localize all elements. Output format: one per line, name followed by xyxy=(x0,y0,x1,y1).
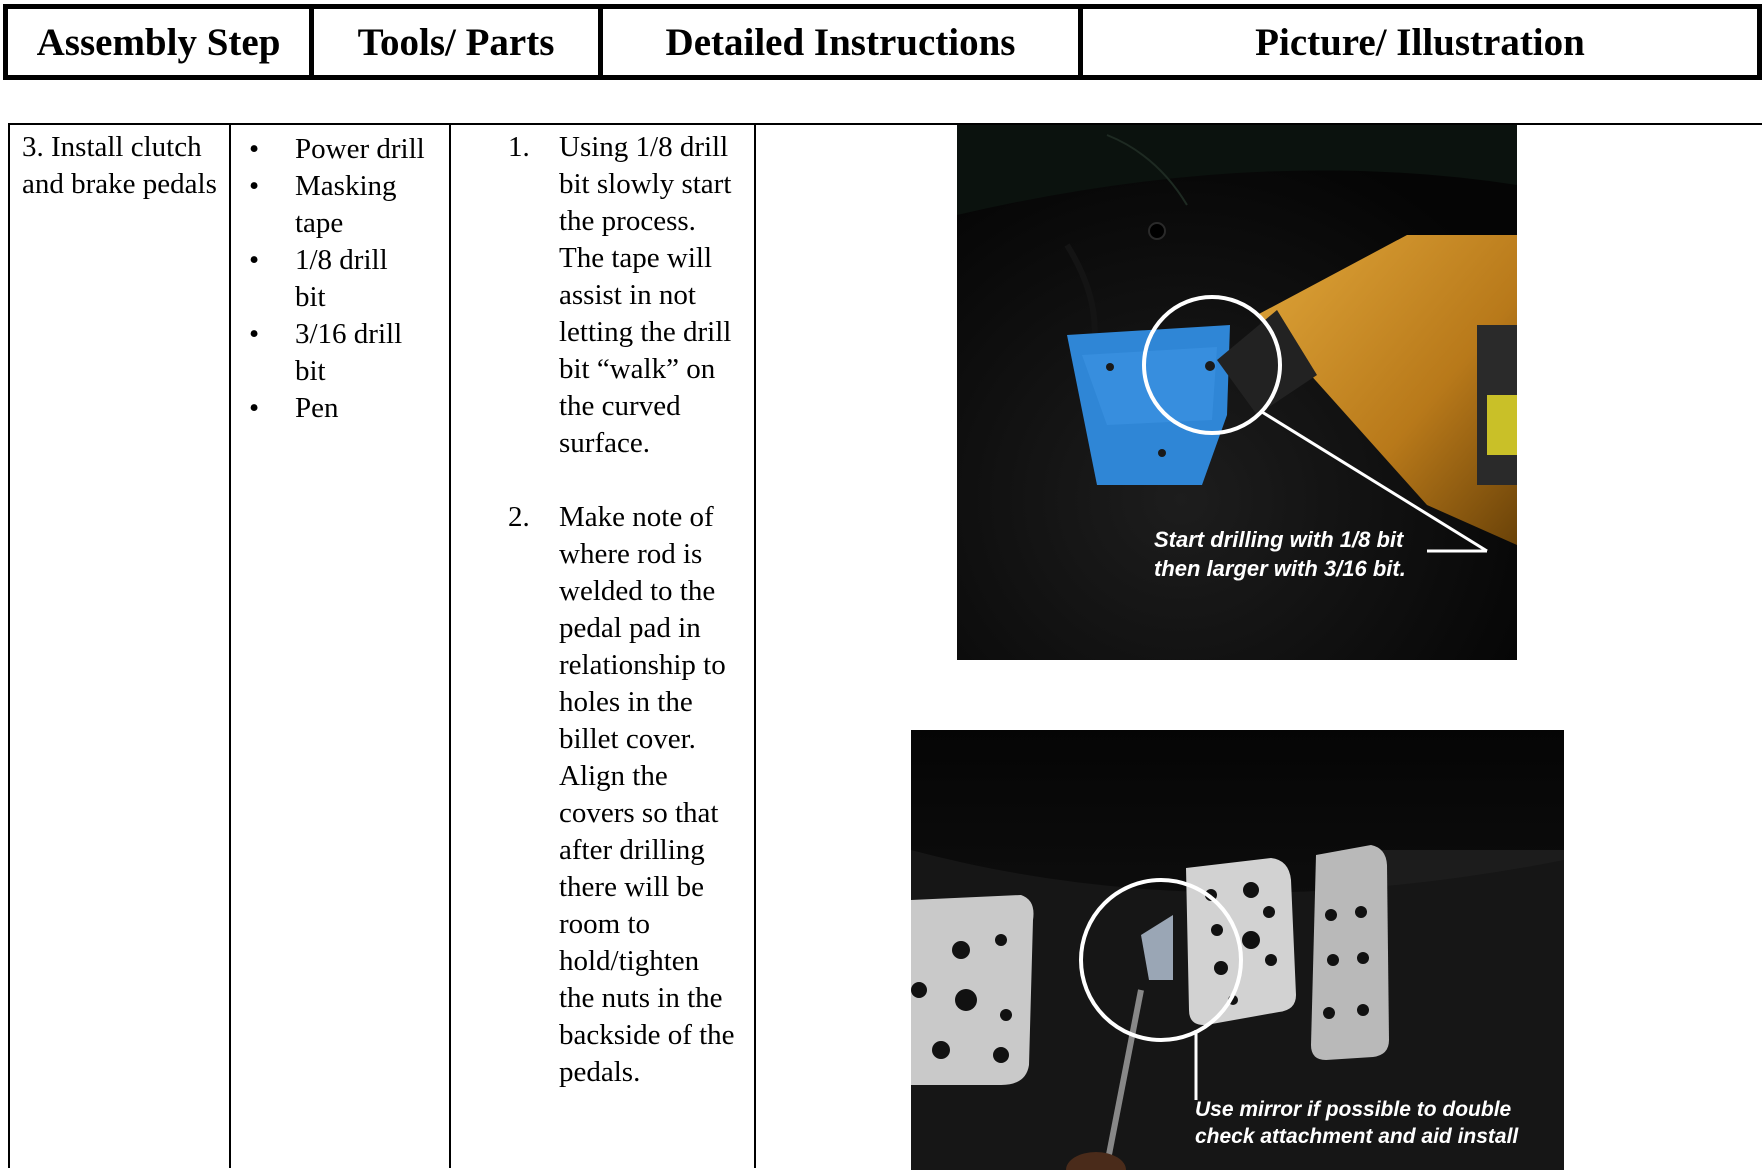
header-row: Assembly Step Tools/ Parts Detailed Inst… xyxy=(3,4,1762,80)
tool-item: • Pen xyxy=(231,390,425,427)
bullet-icon: • xyxy=(249,170,260,202)
instruction-item: 1. Using 1/8 drill bit slowly start the … xyxy=(451,129,739,462)
tools-parts-cell: • Power drill • Masking tape • 1/8 drill bi… xyxy=(231,125,451,1168)
photo2-caption: Use mirror if possible to double check a… xyxy=(1195,1098,1519,1148)
step-row: 3. Install clutch and brake pedals • Powe… xyxy=(8,123,1762,1170)
step-label: 3. Install clutch and brake pedals xyxy=(22,131,217,200)
instruction-text: Make note of where rod is welded to the … xyxy=(559,501,735,1088)
instruction-item: 2. Make note of where rod is welded to t… xyxy=(451,499,739,1091)
header-detailed-instructions: Detailed Instructions xyxy=(603,9,1083,75)
picture-cell: Start drilling with 1/8 bit then larger … xyxy=(756,125,1762,1170)
instruction-number: 2. xyxy=(508,501,530,533)
tools-list: • Power drill • Masking tape • 1/8 drill bi… xyxy=(231,131,425,427)
instructions-list: 1. Using 1/8 drill bit slowly start the … xyxy=(451,129,739,1091)
bullet-icon: • xyxy=(249,133,260,165)
instruction-text: Using 1/8 drill bit slowly start the pro… xyxy=(559,131,732,459)
header-tools-parts: Tools/ Parts xyxy=(314,9,603,75)
tool-item: • 1/8 drill bit xyxy=(249,244,388,313)
tool-item: • 3/16 drill bit xyxy=(249,318,403,387)
instruction-number: 1. xyxy=(508,131,530,163)
header-assembly-step: Assembly Step xyxy=(8,9,314,75)
tool-item: • Power drill xyxy=(231,131,425,168)
drilling-photo: Start drilling with 1/8 bit then larger … xyxy=(957,125,1517,660)
bullet-icon: • xyxy=(249,244,260,276)
instructions-cell: 1. Using 1/8 drill bit slowly start the … xyxy=(451,125,756,1168)
pedals-mirror-photo: Use mirror if possible to double check a… xyxy=(911,730,1564,1170)
bullet-icon: • xyxy=(249,392,260,424)
assembly-step-cell: 3. Install clutch and brake pedals xyxy=(10,125,231,1168)
header-picture-illustration: Picture/ Illustration xyxy=(1255,20,1585,64)
tool-item: • Masking tape xyxy=(249,170,397,239)
bullet-icon: • xyxy=(249,318,260,350)
photo1-caption: Start drilling with 1/8 bit then larger … xyxy=(1154,527,1406,581)
